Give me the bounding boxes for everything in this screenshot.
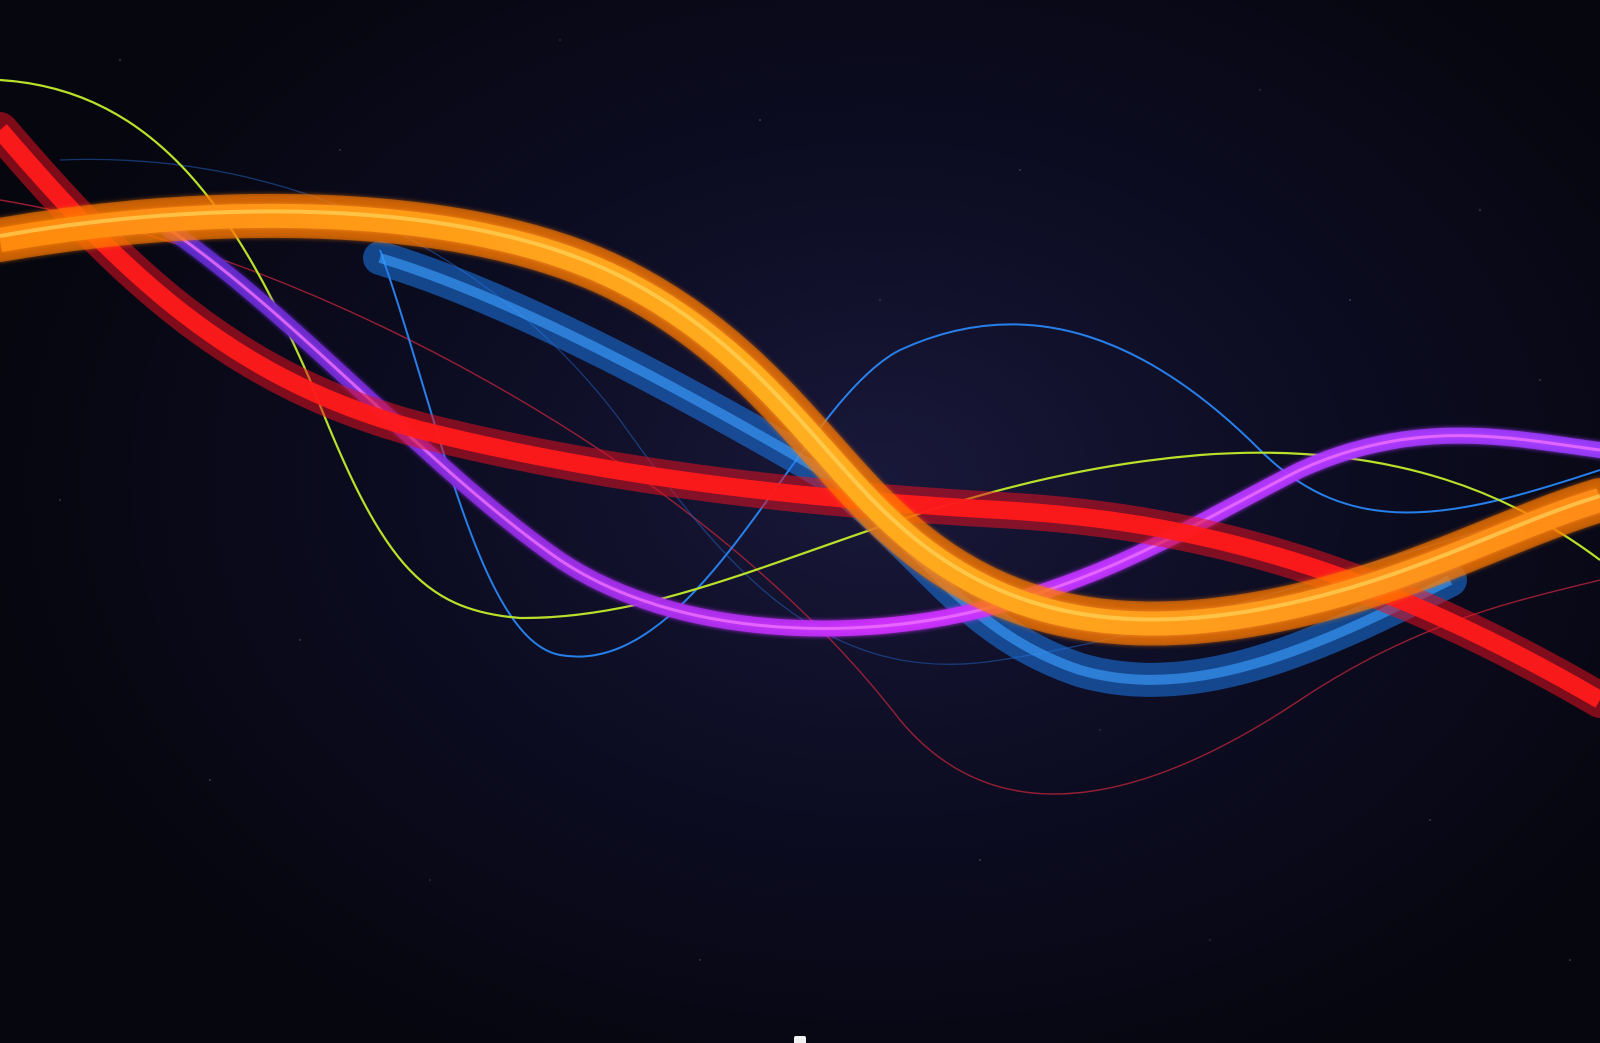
wallpaper-waves (0, 39, 1600, 961)
desktop[interactable] (0, 0, 1600, 1043)
dock-indicator (794, 1036, 806, 1043)
